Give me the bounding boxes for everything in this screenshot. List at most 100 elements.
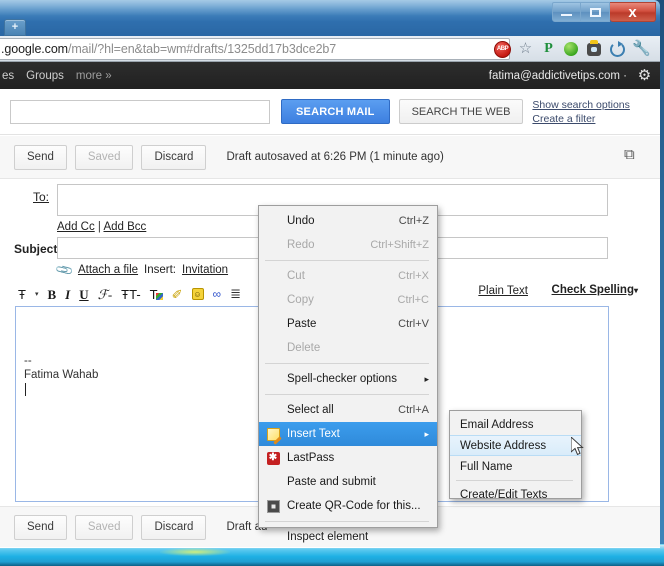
subject-label: Subject: xyxy=(14,242,61,256)
gbar-link-more[interactable]: more » xyxy=(76,70,112,82)
signature-name: Fatima Wahab xyxy=(24,368,98,382)
context-menu: Undo Ctrl+Z Redo Ctrl+Shift+Z Cut Ctrl+X… xyxy=(258,205,438,528)
bold-icon[interactable]: B xyxy=(47,287,56,302)
insert-label: Insert: xyxy=(144,264,176,276)
menu-label-create-qr-code: Create QR-Code for this... xyxy=(287,500,429,512)
menu-item-copy[interactable]: Copy Ctrl+C xyxy=(259,288,437,312)
bookmark-star-icon[interactable]: ☆ xyxy=(517,41,534,58)
menu-item-paste-and-submit[interactable]: Paste and submit xyxy=(259,470,437,494)
spiral-icon[interactable] xyxy=(609,41,626,58)
font-size-icon[interactable]: ŦT- xyxy=(121,287,141,302)
gear-icon[interactable]: ⚙ xyxy=(637,68,652,83)
menu-item-lastpass[interactable]: ✱ LastPass xyxy=(259,446,437,470)
browser-toolbar: .google.com/mail/?hl=en&tab=wm#drafts/13… xyxy=(0,36,660,62)
font-caret-icon[interactable]: ▾ xyxy=(35,290,39,298)
saved-button-bottom[interactable]: Saved xyxy=(75,515,134,540)
submenu-item-email-address[interactable]: Email Address xyxy=(450,414,581,435)
menu-item-paste[interactable]: Paste Ctrl+V xyxy=(259,312,437,336)
search-web-button[interactable]: SEARCH THE WEB xyxy=(399,99,524,124)
menu-accel-paste: Ctrl+V xyxy=(398,318,429,330)
menu-accel-select-all: Ctrl+A xyxy=(398,404,429,416)
chevron-right-icon: ▸ xyxy=(424,429,429,440)
search-input[interactable] xyxy=(10,100,270,124)
font-family-icon[interactable]: Ŧ xyxy=(18,287,26,302)
add-cc-link[interactable]: Add Cc xyxy=(57,221,95,233)
insert-link-icon[interactable]: ∞ xyxy=(213,287,222,301)
saved-button-top[interactable]: Saved xyxy=(75,145,134,170)
create-filter-link[interactable]: Create a filter xyxy=(532,113,629,125)
check-spelling-link[interactable]: Check Spelling▾ xyxy=(552,284,638,296)
search-options-links: Show search options Create a filter xyxy=(532,99,629,125)
italic-icon[interactable]: I xyxy=(65,287,70,302)
menu-label-inspect-element: Inspect element xyxy=(287,531,429,543)
new-tab-button[interactable]: + xyxy=(4,19,26,36)
submenu-item-create-edit-texts[interactable]: Create/Edit Texts xyxy=(450,484,581,505)
menu-icon-blank xyxy=(265,292,281,308)
taskbar-glow xyxy=(160,548,230,556)
send-button-bottom[interactable]: Send xyxy=(14,515,67,540)
menu-item-spell-checker-options[interactable]: Spell-checker options ▸ xyxy=(259,367,437,391)
send-button-top[interactable]: Send xyxy=(14,145,67,170)
show-search-options-link[interactable]: Show search options xyxy=(532,99,629,111)
insert-text-submenu: Email Address Website Address Full Name … xyxy=(449,410,582,499)
attach-a-file-link[interactable]: Attach a file xyxy=(78,264,138,276)
popout-window-icon[interactable]: ⧉ xyxy=(624,147,640,163)
menu-icon-blank xyxy=(265,340,281,356)
green-circle-icon[interactable] xyxy=(563,41,580,58)
menu-item-insert-text[interactable]: Insert Text ▸ xyxy=(259,422,437,446)
gbar-link-groups[interactable]: Groups xyxy=(26,70,64,82)
lastpass-icon: ✱ xyxy=(265,450,281,466)
chevron-right-icon: ▸ xyxy=(424,374,429,385)
underline-icon[interactable]: U xyxy=(79,287,88,302)
account-email-label[interactable]: fatima@addictivetips.com · xyxy=(489,70,627,82)
submenu-label-full-name: Full Name xyxy=(460,461,573,473)
font-face-icon[interactable]: ℱ- xyxy=(98,287,113,302)
menu-label-select-all: Select all xyxy=(287,404,398,416)
gmail-search-row: SEARCH MAIL SEARCH THE WEB Show search o… xyxy=(0,89,660,135)
address-bar[interactable]: .google.com/mail/?hl=en&tab=wm#drafts/13… xyxy=(0,38,510,60)
highlight-icon[interactable]: ✐ xyxy=(172,287,183,302)
compose-top-toolbar: Send Saved Discard Draft autosaved at 6:… xyxy=(0,136,660,179)
menu-separator xyxy=(265,363,429,364)
menu-label-insert-text: Insert Text xyxy=(287,428,418,440)
menu-label-copy: Copy xyxy=(287,294,398,306)
menu-label-cut: Cut xyxy=(287,270,398,282)
cc-bcc-row: Add Cc | Add Bcc xyxy=(57,221,146,233)
qr-code-icon xyxy=(265,498,281,514)
plain-text-link[interactable]: Plain Text xyxy=(478,285,528,297)
menu-label-paste: Paste xyxy=(287,318,398,330)
submenu-separator xyxy=(456,480,573,481)
menu-icon-blank xyxy=(265,268,281,284)
menu-item-select-all[interactable]: Select all Ctrl+A xyxy=(259,398,437,422)
discard-button-bottom[interactable]: Discard xyxy=(141,515,206,540)
menu-separator xyxy=(265,260,429,261)
google-nav-links: es Groups more » xyxy=(0,70,112,82)
menu-item-cut[interactable]: Cut Ctrl+X xyxy=(259,264,437,288)
menu-icon-blank xyxy=(265,371,281,387)
wrench-menu-icon[interactable]: 🔧 xyxy=(632,41,648,57)
emoticon-icon[interactable]: ☺ xyxy=(192,288,204,300)
submenu-item-full-name[interactable]: Full Name xyxy=(450,456,581,477)
window-titlebar[interactable]: x + xyxy=(0,0,660,36)
submenu-item-website-address[interactable]: Website Address xyxy=(450,435,581,456)
gbar-link-es[interactable]: es xyxy=(2,70,14,82)
insert-invitation-link[interactable]: Invitation xyxy=(182,264,228,276)
menu-item-delete[interactable]: Delete xyxy=(259,336,437,360)
adblock-icon[interactable]: ABP xyxy=(494,41,511,58)
search-mail-button[interactable]: SEARCH MAIL xyxy=(281,99,390,124)
menu-item-redo[interactable]: Redo Ctrl+Shift+Z xyxy=(259,233,437,257)
menu-label-paste-and-submit: Paste and submit xyxy=(287,476,429,488)
robot-icon[interactable] xyxy=(586,41,603,58)
text-caret xyxy=(25,383,26,396)
pocket-p-icon[interactable]: P xyxy=(540,41,557,58)
menu-icon-blank xyxy=(265,237,281,253)
paperclip-icon: 📎 xyxy=(54,260,74,280)
numbered-list-icon[interactable]: ≣ xyxy=(230,286,241,302)
discard-button-top[interactable]: Discard xyxy=(141,145,206,170)
add-bcc-link[interactable]: Add Bcc xyxy=(103,221,146,233)
menu-item-undo[interactable]: Undo Ctrl+Z xyxy=(259,209,437,233)
menu-item-inspect-element[interactable]: Inspect element xyxy=(259,525,437,549)
text-color-icon[interactable]: T xyxy=(150,287,163,302)
check-spelling-caret-icon: ▾ xyxy=(634,286,638,295)
menu-item-create-qr-code[interactable]: Create QR-Code for this... xyxy=(259,494,437,518)
